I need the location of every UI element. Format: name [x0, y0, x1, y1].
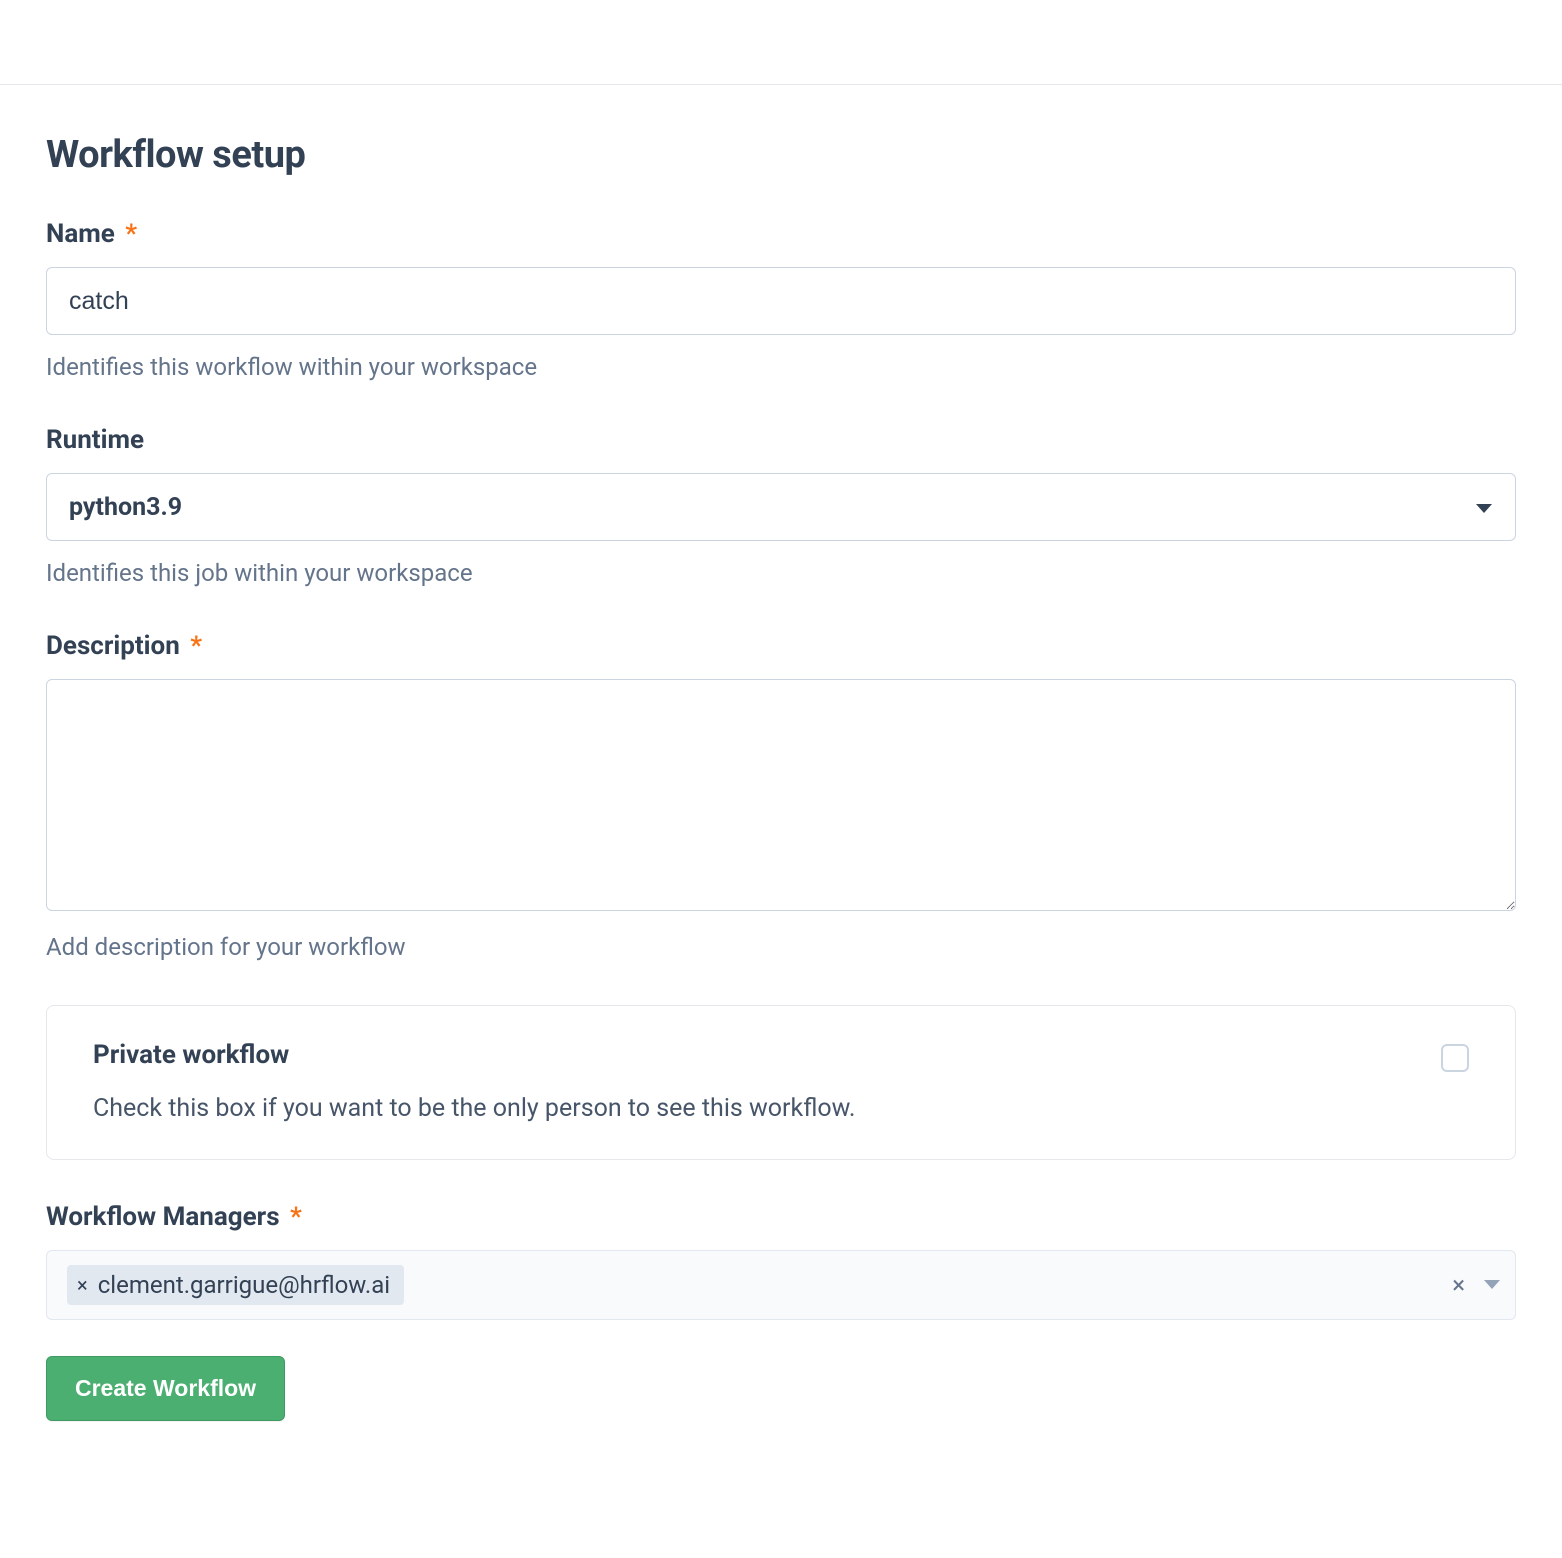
description-label: Description * — [46, 631, 1516, 661]
clear-all-icon[interactable]: × — [1452, 1271, 1465, 1299]
chevron-down-icon[interactable] — [1483, 1276, 1501, 1295]
runtime-helper: Identifies this job within your workspac… — [46, 559, 1516, 587]
chip-remove-icon[interactable]: × — [77, 1275, 88, 1295]
name-helper: Identifies this workflow within your wor… — [46, 353, 1516, 381]
private-checkbox[interactable] — [1441, 1044, 1469, 1072]
name-field: Name * Identifies this workflow within y… — [46, 219, 1516, 381]
form-container: Workflow setup Name * Identifies this wo… — [0, 85, 1562, 1421]
managers-field: Workflow Managers * × clement.garrigue@h… — [46, 1202, 1516, 1320]
managers-label: Workflow Managers * — [46, 1202, 1516, 1232]
managers-label-text: Workflow Managers — [46, 1202, 280, 1232]
page-title: Workflow setup — [46, 133, 1516, 177]
description-textarea[interactable] — [46, 679, 1516, 911]
chip-text: clement.garrigue@hrflow.ai — [98, 1271, 390, 1299]
private-desc: Check this box if you want to be the onl… — [93, 1094, 1441, 1123]
required-star: * — [190, 631, 202, 661]
name-label-text: Name — [46, 219, 115, 249]
name-label: Name * — [46, 219, 1516, 249]
private-panel: Private workflow Check this box if you w… — [46, 1005, 1516, 1160]
managers-multiselect[interactable]: × clement.garrigue@hrflow.ai × — [46, 1250, 1516, 1320]
required-star: * — [290, 1202, 302, 1232]
description-helper: Add description for your workflow — [46, 933, 1516, 961]
runtime-label-text: Runtime — [46, 425, 144, 455]
runtime-field: Runtime python3.9 Identifies this job wi… — [46, 425, 1516, 587]
description-label-text: Description — [46, 631, 180, 661]
caret-down-icon — [1475, 493, 1493, 522]
description-field: Description * Add description for your w… — [46, 631, 1516, 961]
private-panel-left: Private workflow Check this box if you w… — [93, 1040, 1441, 1123]
managers-chips: × clement.garrigue@hrflow.ai — [67, 1265, 404, 1305]
runtime-selected-value: python3.9 — [69, 493, 182, 522]
name-input[interactable] — [46, 267, 1516, 335]
required-star: * — [125, 219, 137, 249]
create-workflow-button[interactable]: Create Workflow — [46, 1356, 285, 1421]
runtime-label: Runtime — [46, 425, 1516, 455]
managers-controls: × — [1452, 1271, 1501, 1299]
top-spacer — [0, 0, 1562, 84]
runtime-select[interactable]: python3.9 — [46, 473, 1516, 541]
runtime-select-wrap: python3.9 — [46, 473, 1516, 541]
private-title: Private workflow — [93, 1040, 1441, 1070]
manager-chip: × clement.garrigue@hrflow.ai — [67, 1265, 404, 1305]
